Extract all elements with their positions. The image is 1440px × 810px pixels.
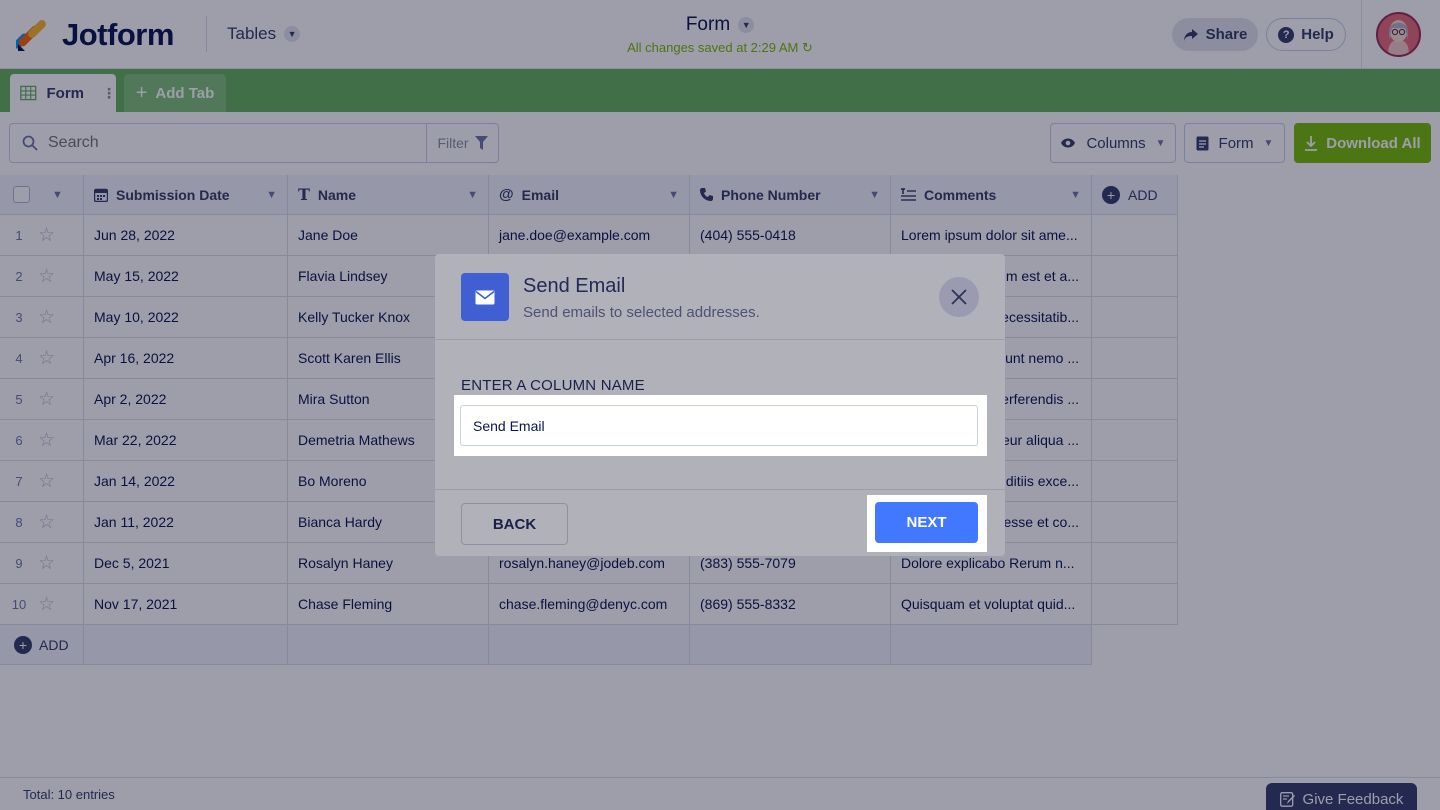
- back-button[interactable]: BACK: [461, 503, 568, 545]
- envelope-icon: [461, 273, 509, 321]
- close-icon: [951, 289, 967, 305]
- modal-subtitle: Send emails to selected addresses.: [523, 304, 760, 321]
- column-name-input[interactable]: [460, 405, 978, 446]
- modal-title: Send Email: [523, 275, 626, 297]
- close-button[interactable]: [939, 277, 979, 317]
- column-name-label: ENTER A COLUMN NAME: [461, 377, 645, 394]
- column-name-field-highlight: [454, 395, 987, 456]
- modal-header: Send Email Send emails to selected addre…: [435, 254, 1005, 340]
- next-button[interactable]: NEXT: [875, 502, 978, 543]
- next-button-highlight: NEXT: [867, 495, 987, 552]
